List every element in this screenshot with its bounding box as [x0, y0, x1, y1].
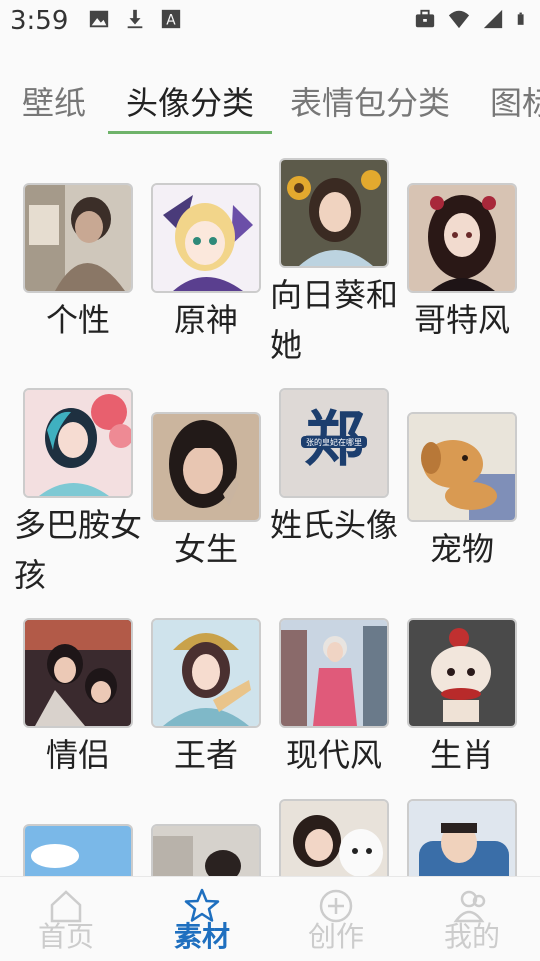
- baby-in-car: [409, 801, 515, 876]
- category-item[interactable]: 多巴胺女孩: [14, 388, 142, 600]
- category-label: 现代风: [285, 736, 382, 774]
- signal-icon: [483, 9, 503, 29]
- nav-materials[interactable]: 素材: [142, 887, 262, 955]
- boy-masked: [153, 826, 259, 876]
- category-item[interactable]: 向日葵和她: [270, 158, 398, 370]
- category-label: 个性: [45, 301, 110, 339]
- nav-home[interactable]: 首页: [6, 887, 126, 955]
- nav-home-label: 首页: [37, 920, 94, 953]
- tab-avatar-categories[interactable]: 头像分类: [126, 78, 254, 124]
- svg-text:A: A: [166, 13, 176, 29]
- category-item[interactable]: 情侣: [14, 618, 142, 780]
- zodiac-creature: [409, 620, 515, 726]
- category-label: 原神: [173, 301, 238, 339]
- category-item[interactable]: 个性: [14, 183, 142, 345]
- girl-selfie: [153, 414, 259, 520]
- category-item[interactable]: 原神: [142, 183, 270, 345]
- avatar-category-grid: 个性 原神 向日葵和她 哥特风 多巴胺女孩 女生 张的皇妃在哪里 姓氏头像 宠物…: [0, 140, 540, 876]
- category-label: 情侣: [45, 736, 110, 774]
- sky-boy: [25, 826, 131, 876]
- image-icon: [89, 10, 109, 28]
- game-heroine: [153, 620, 259, 726]
- category-item[interactable]: 哥特风: [398, 183, 526, 345]
- girl-with-dog: [281, 801, 387, 876]
- category-label: 姓氏头像: [270, 506, 399, 544]
- surname-calligraphy: 郑 张的皇妃在哪里: [281, 390, 387, 496]
- girl-with-balloons: [25, 390, 131, 496]
- category-item[interactable]: [270, 799, 398, 876]
- status-time: 3:59: [10, 6, 69, 36]
- nav-materials-label: 素材: [173, 920, 230, 953]
- girl-with-sunflowers: [281, 160, 387, 266]
- nav-create[interactable]: 创作: [276, 887, 396, 955]
- category-label: 宠物: [429, 530, 494, 568]
- category-item[interactable]: [142, 824, 270, 876]
- category-label: 生肖: [429, 736, 494, 774]
- moody-boy-photo: [25, 185, 131, 291]
- tab-wallpaper[interactable]: 壁纸: [22, 78, 86, 124]
- category-label: 多巴胺女孩: [14, 506, 143, 594]
- category-item[interactable]: 王者: [142, 618, 270, 780]
- anime-couple: [25, 620, 131, 726]
- category-label: 女生: [173, 530, 238, 568]
- category-label: 哥特风: [413, 301, 510, 339]
- gothic-girl: [409, 185, 515, 291]
- tab-sticker-categories[interactable]: 表情包分类: [290, 78, 450, 124]
- battery-icon: [517, 12, 524, 25]
- briefcase-icon: [415, 9, 435, 28]
- category-item[interactable]: 现代风: [270, 618, 398, 780]
- bottom-nav: 首页 素材 创作 我的: [0, 876, 540, 961]
- nav-mine[interactable]: 我的: [412, 887, 532, 955]
- city-street-girl: [281, 620, 387, 726]
- anime-girl-illustration: [153, 185, 259, 291]
- category-item[interactable]: [398, 799, 526, 876]
- category-item[interactable]: 宠物: [398, 412, 526, 574]
- category-label: 向日葵和她: [270, 276, 399, 364]
- wifi-icon: [448, 10, 470, 29]
- surname-caption: 张的皇妃在哪里: [306, 437, 362, 447]
- tab-icons[interactable]: 图标: [490, 78, 540, 124]
- status-bar: 3:59 A: [0, 0, 540, 40]
- nav-mine-label: 我的: [443, 920, 500, 953]
- category-label: 王者: [173, 736, 238, 774]
- active-tab-indicator: [108, 131, 272, 134]
- download-icon: [127, 9, 143, 29]
- category-item[interactable]: 女生: [142, 412, 270, 574]
- category-item[interactable]: [14, 824, 142, 876]
- category-tabs: 壁纸 头像分类 表情包分类 图标: [0, 72, 540, 136]
- golden-puppy: [409, 414, 515, 520]
- category-item[interactable]: 郑 张的皇妃在哪里 姓氏头像: [270, 388, 398, 550]
- nav-create-label: 创作: [307, 920, 364, 953]
- font-icon: A: [161, 9, 181, 29]
- category-item[interactable]: 生肖: [398, 618, 526, 780]
